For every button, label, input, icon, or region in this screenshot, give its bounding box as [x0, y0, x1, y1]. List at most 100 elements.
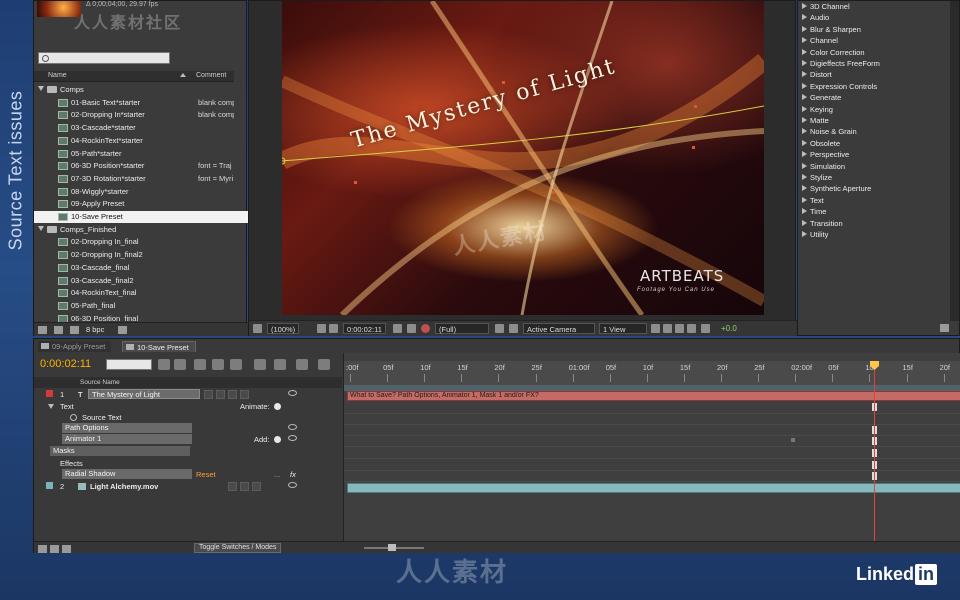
mask-icon[interactable] [329, 324, 338, 333]
region-of-interest-icon[interactable] [495, 324, 504, 333]
twirl-down-icon[interactable] [38, 86, 44, 91]
project-comp-row[interactable]: 09-Apply Preset [34, 198, 270, 210]
animator-row[interactable]: Animator 1 Add: [34, 434, 342, 445]
tab-save-preset[interactable]: 10-Save Preset [122, 341, 196, 352]
project-comp-row[interactable]: 02-Dropping In_final2 [34, 249, 270, 261]
view-layout-select[interactable]: 1 View [599, 323, 647, 334]
reset-link[interactable]: Reset [196, 470, 216, 479]
exposure-value[interactable]: +0.0 [721, 324, 737, 333]
effect-category-item[interactable]: Matte [802, 116, 829, 127]
effect-category-item[interactable]: Utility [802, 230, 828, 241]
comp-mini-flowchart-icon[interactable] [158, 359, 170, 370]
effect-category-item[interactable]: Transition [802, 219, 843, 230]
twirl-right-icon[interactable] [802, 82, 807, 89]
twirl-right-icon[interactable] [802, 174, 807, 180]
effect-category-item[interactable]: Expression Controls [802, 82, 877, 93]
show-snapshot-icon[interactable] [407, 324, 416, 333]
twirl-down-icon[interactable] [38, 225, 44, 231]
twirl-right-icon[interactable] [802, 151, 807, 158]
effect-category-item[interactable]: 3D Channel [802, 2, 850, 13]
effect-category-item[interactable]: Synthetic Aperture [802, 184, 871, 195]
switch-motion-blur[interactable] [252, 482, 261, 491]
twirl-right-icon[interactable] [802, 14, 807, 21]
twirl-right-icon[interactable] [802, 94, 807, 101]
project-comp-row[interactable]: 02-Dropping In*starter blank comp [34, 109, 270, 121]
twirl-right-icon[interactable] [802, 139, 807, 146]
fx-icon[interactable]: fx [290, 470, 296, 479]
switch-blend[interactable] [240, 482, 249, 491]
project-folder-row[interactable]: Comps [34, 84, 270, 96]
project-comp-row[interactable]: 07-3D Rotation*starter font = Myri [34, 173, 270, 185]
col-name[interactable]: Name [48, 72, 67, 79]
project-comp-row[interactable]: 03-Cascade_final2 [34, 275, 270, 287]
twirl-right-icon[interactable] [802, 208, 807, 215]
twirl-right-icon[interactable] [802, 219, 807, 226]
layer-row-video[interactable]: 2 Light Alchemy.mov [34, 481, 342, 492]
project-comp-row[interactable]: 06-3D Position*starter font = Traj [34, 160, 270, 172]
timeline-icon[interactable] [675, 324, 684, 333]
effect-category-item[interactable]: Noise & Grain [802, 127, 857, 138]
timeline-zoom-knob[interactable] [388, 544, 396, 551]
layer-bar-text[interactable]: What to Save? Path Options, Animator 1, … [347, 391, 960, 401]
expand-transfer-controls-icon[interactable] [50, 545, 59, 553]
twirl-right-icon[interactable] [802, 25, 807, 32]
project-comp-row[interactable]: 02-Dropping In_final [34, 236, 270, 248]
layer-label-color[interactable] [46, 390, 53, 397]
path-options-visibility-icon[interactable] [288, 424, 297, 430]
grid-icon[interactable] [317, 324, 326, 333]
stopwatch-icon[interactable] [70, 414, 77, 421]
effect-category-item[interactable]: Perspective [802, 150, 849, 161]
layer-bar-video[interactable] [347, 483, 960, 493]
effect-category-item[interactable]: Color Correction [802, 48, 865, 59]
effects-group-row[interactable]: Effects [34, 458, 342, 469]
time-ruler[interactable]: :00f 05f 10f 15f 20f 25f 01:00f 05f 10f 15f 20f 25f… [344, 361, 960, 385]
animator-visibility-icon[interactable] [288, 435, 297, 441]
project-comp-row[interactable]: 10-Save Preset [34, 211, 270, 223]
auto-keyframe-icon[interactable] [274, 359, 286, 370]
project-comp-row[interactable]: 03-Cascade_final [34, 262, 270, 274]
new-preset-icon[interactable] [940, 324, 949, 332]
bpc-label[interactable]: 8 bpc [86, 325, 104, 334]
twirl-right-icon[interactable] [802, 105, 807, 112]
project-folder-row[interactable]: Comps_Finished [34, 224, 270, 236]
effect-category-item[interactable]: Blur & Sharpen [802, 25, 861, 36]
timeline-search-input[interactable] [106, 359, 152, 370]
effect-category-item[interactable]: Audio [802, 13, 829, 24]
resolution-select[interactable]: (Full) [435, 323, 489, 334]
tab-apply-preset[interactable]: 09-Apply Preset [38, 341, 112, 352]
twirl-right-icon[interactable] [802, 48, 807, 55]
new-comp-icon[interactable] [70, 326, 79, 334]
text-group-row[interactable]: Text Animate: [34, 401, 342, 412]
channel-icon[interactable] [421, 324, 430, 333]
keyframe-marker[interactable] [791, 438, 795, 442]
path-options-row[interactable]: Path Options [34, 423, 342, 434]
twirl-right-icon[interactable] [802, 128, 807, 135]
zoom-select[interactable]: (100%) [267, 323, 300, 334]
frame-blending-icon[interactable] [212, 359, 224, 370]
toggle-switches-modes-button[interactable]: Toggle Switches / Modes [194, 543, 282, 553]
col-comment[interactable]: Comment [196, 72, 226, 79]
new-folder-icon[interactable] [54, 326, 63, 334]
current-time-indicator[interactable] [874, 361, 875, 551]
composition-canvas[interactable]: The Mystery of Light ARTBEATS Footage Yo… [282, 1, 764, 315]
camera-select[interactable]: Active Camera [523, 323, 595, 334]
switch-fx[interactable] [228, 482, 237, 491]
twirl-right-icon[interactable] [802, 196, 807, 203]
interpret-footage-icon[interactable] [38, 326, 47, 334]
brainstorm-icon[interactable] [254, 359, 266, 370]
radial-shadow-label[interactable]: Radial Shadow [62, 469, 192, 479]
twirl-right-icon[interactable] [802, 60, 807, 66]
layer-row-text[interactable]: 1 T The Mystery of Light [34, 389, 342, 400]
switch-fx[interactable] [228, 390, 237, 399]
expand-layer-switches-icon[interactable] [38, 545, 47, 553]
col-source-name[interactable]: Source Name [80, 379, 120, 386]
camera-snapshot-icon[interactable] [393, 324, 402, 333]
twirl-right-icon[interactable] [802, 71, 807, 78]
graph-editor-icon[interactable] [296, 359, 308, 370]
effect-category-item[interactable]: Digieffects FreeForm [802, 59, 880, 70]
effect-category-item[interactable]: Simulation [802, 162, 845, 173]
effect-category-item[interactable]: Keying [802, 105, 833, 116]
text-group-twirl-icon[interactable] [48, 404, 54, 409]
effect-category-item[interactable]: Time [802, 207, 826, 218]
source-text-row[interactable]: Source Text [34, 412, 342, 423]
